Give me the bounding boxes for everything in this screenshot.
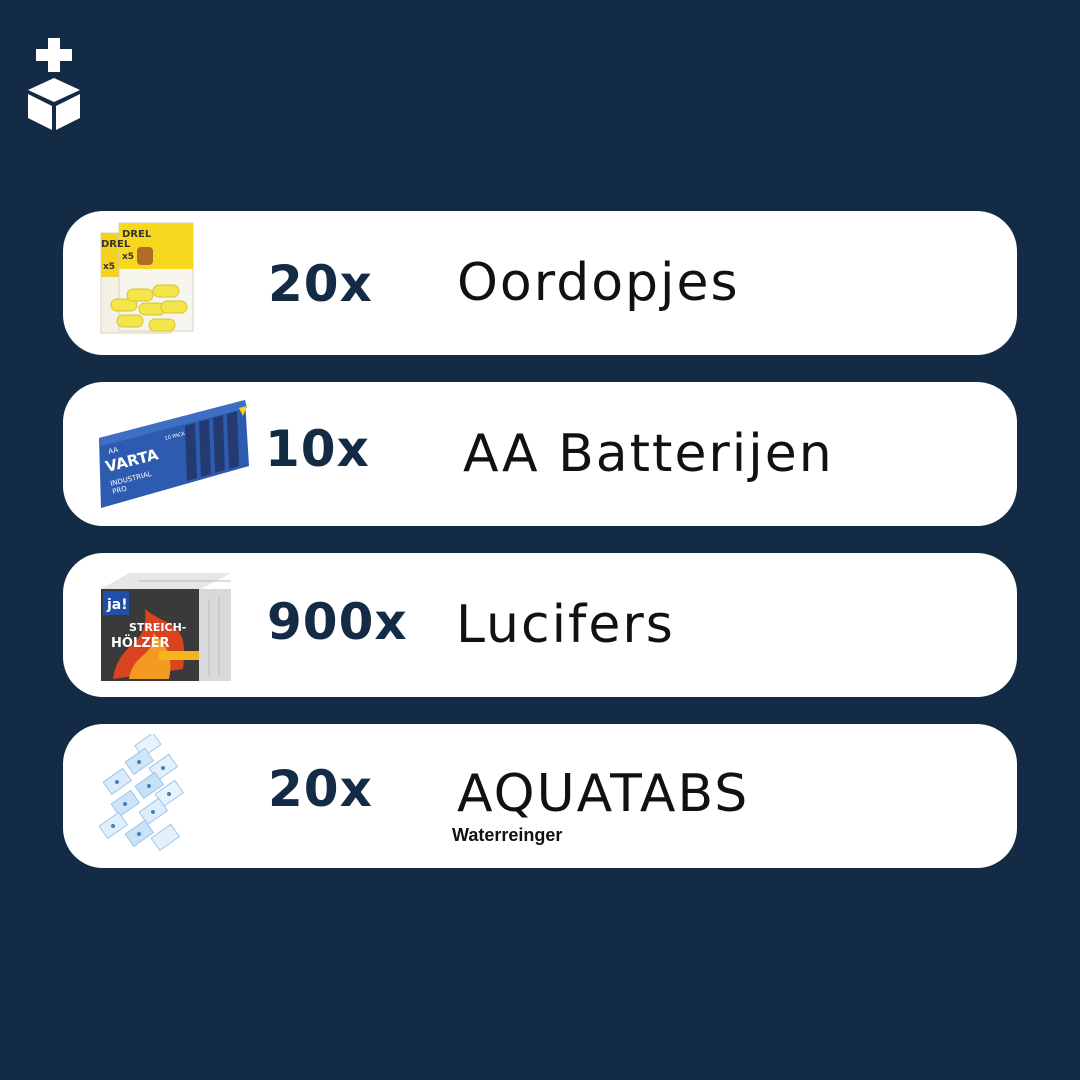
package-count-1: x5 bbox=[103, 262, 115, 272]
item-quantity: 900x bbox=[267, 593, 408, 651]
item-quantity: 10x bbox=[265, 420, 370, 478]
aquatabs-sachets-icon bbox=[98, 734, 185, 852]
item-name: AQUATABS bbox=[457, 764, 750, 824]
earplugs-package-icon: DREL DREL x5 x5 bbox=[100, 222, 194, 334]
package-brand-1: DREL bbox=[101, 239, 131, 250]
varta-batteries-box-icon: AA VARTA INDUSTRIAL PRO 10 PACK bbox=[99, 400, 249, 508]
plus-box-icon bbox=[28, 38, 80, 130]
package-count-2: x5 bbox=[122, 252, 134, 262]
item-subtitle: Waterreinger bbox=[452, 825, 563, 845]
item-card-batteries: AA VARTA INDUSTRIAL PRO 10 PACK 10x AA B… bbox=[63, 382, 1017, 526]
item-card-aquatabs: 20x AQUATABS Waterreinger bbox=[63, 724, 1017, 868]
item-quantity: 20x bbox=[268, 255, 373, 313]
item-name: Lucifers bbox=[456, 595, 675, 655]
matches-brand-text: ja! bbox=[106, 597, 128, 613]
item-card-earplugs: DREL DREL x5 x5 20x Oordopjes bbox=[63, 211, 1017, 355]
item-quantity: 20x bbox=[268, 760, 373, 818]
item-name: AA Batterijen bbox=[463, 424, 834, 484]
item-name: Oordopjes bbox=[457, 253, 740, 313]
package-brand-2: DREL bbox=[122, 229, 152, 240]
matchboxes-icon: ja! STREICH- HÖLZER bbox=[101, 573, 231, 681]
item-card-matches: ja! STREICH- HÖLZER 900x Lucifers bbox=[63, 553, 1017, 697]
matches-title-text-2: HÖLZER bbox=[111, 635, 170, 651]
matches-title-text: STREICH- bbox=[129, 621, 186, 634]
